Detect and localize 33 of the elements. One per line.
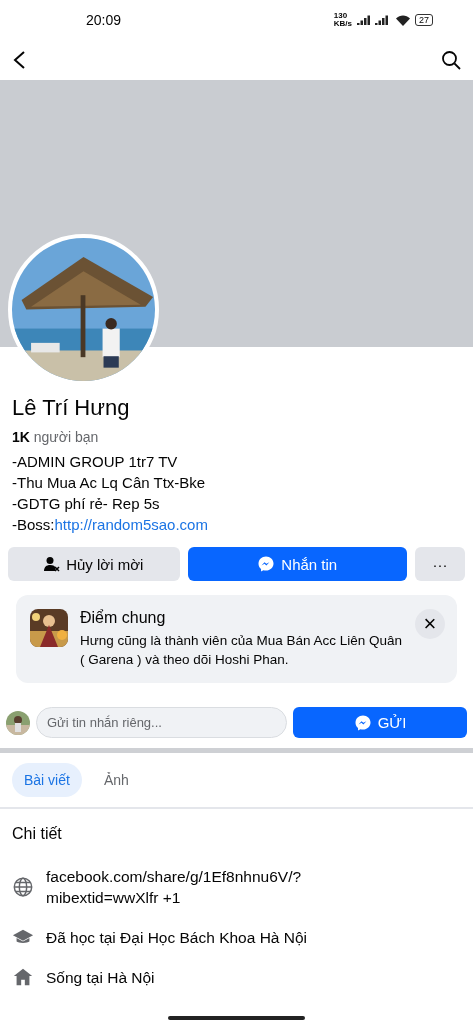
back-icon[interactable]	[12, 50, 26, 70]
tab[interactable]: Bài viết	[12, 763, 82, 797]
house-icon	[12, 966, 34, 988]
messenger-icon	[353, 713, 372, 732]
search-icon[interactable]	[441, 50, 461, 70]
bio-line: -Boss:	[12, 516, 55, 533]
wifi-icon	[396, 14, 410, 26]
detail-text: Đã học tại Đại Học Bách Khoa Hà Nội	[46, 927, 308, 948]
bio-line: -ADMIN GROUP 1tr7 TV	[12, 452, 179, 472]
section-title: Chi tiết	[11, 824, 63, 844]
close-button[interactable]: ×	[415, 609, 445, 639]
person-remove-icon	[44, 556, 61, 572]
messenger-icon	[257, 555, 276, 573]
message-button[interactable]: Nhắn tin	[187, 547, 407, 581]
friend-count: 1K người bạn	[12, 429, 100, 445]
network-speed: 130 KB/s	[333, 12, 352, 28]
send-button[interactable]: GỬI	[293, 707, 467, 738]
cancel-request-button[interactable]: Hủy lời mời	[8, 547, 180, 581]
tab[interactable]: Ảnh	[91, 763, 141, 797]
message-input[interactable]: Gửi tin nhắn riêng...	[36, 707, 287, 738]
bio-line: -GDTG phí rẻ- Rep 5s	[12, 494, 161, 514]
bio-link[interactable]: http://random5sao.com	[54, 516, 208, 533]
detail-text: facebook.com/share/g/1Ef8nhnu6V/? mibextid=wwXlfr +1	[46, 867, 302, 908]
card-text: Hưng cũng là thành viên của Mua Bán Acc Liên Quân ( Garena ) và theo dõi Hoshi Phan.	[80, 632, 403, 669]
profile-name: Lê Trí Hưng	[12, 395, 131, 421]
globe-icon	[12, 876, 34, 898]
card-title: Điểm chung	[80, 609, 167, 627]
signal-icon	[357, 15, 391, 25]
more-button[interactable]: ···	[415, 547, 465, 581]
clock: 20:09	[86, 12, 122, 28]
bio-line: -Thu Mua Ac Lq Cân Ttx-Bke	[12, 473, 207, 493]
battery-icon: 27	[415, 14, 433, 26]
detail-text: Sống tại Hà Nội	[46, 967, 155, 988]
